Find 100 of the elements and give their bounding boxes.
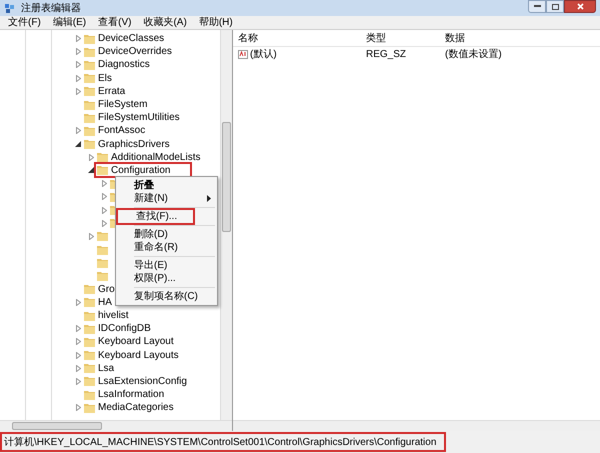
value-type: REG_SZ bbox=[365, 48, 408, 62]
menu-option[interactable]: 权限(P)... bbox=[116, 272, 217, 285]
status-path: 计算机\HKEY_LOCAL_MACHINE\SYSTEM\ControlSet001\Control\GraphicsDrivers\Configuration bbox=[0, 432, 446, 452]
collapsed-arrow-icon[interactable] bbox=[76, 88, 80, 95]
menu-item[interactable]: 帮助(H) bbox=[198, 15, 233, 30]
menu-option[interactable]: 重命名(R) bbox=[116, 241, 217, 254]
tree-item[interactable]: Diagnostics bbox=[98, 57, 150, 72]
folder-icon bbox=[84, 297, 95, 308]
value-name[interactable]: (默认) bbox=[250, 46, 277, 62]
minimize-button[interactable] bbox=[528, 0, 546, 13]
collapsed-arrow-icon[interactable] bbox=[76, 48, 80, 56]
scrollbar-thumb[interactable] bbox=[12, 422, 102, 430]
folder-icon bbox=[84, 86, 95, 96]
tree-item[interactable]: Errata bbox=[98, 84, 126, 99]
column-header[interactable]: 数据 bbox=[440, 30, 540, 46]
folder-icon bbox=[84, 73, 95, 84]
menu-item[interactable]: 收藏夹(A) bbox=[143, 15, 187, 30]
window-title: 注册表编辑器 bbox=[21, 2, 81, 16]
value-data: (数值未设置) bbox=[444, 48, 503, 62]
collapsed-arrow-icon[interactable] bbox=[76, 325, 80, 332]
folder-icon bbox=[84, 402, 95, 413]
collapsed-arrow-icon[interactable] bbox=[102, 180, 106, 188]
tree-item[interactable]: hivelist bbox=[98, 308, 129, 324]
minimize-icon bbox=[534, 5, 540, 8]
tree-item[interactable]: LsaExtensionConfig bbox=[98, 374, 187, 389]
vertical-scrollbar[interactable] bbox=[220, 30, 232, 420]
menu-option[interactable]: 折叠 bbox=[116, 179, 217, 192]
folder-icon bbox=[84, 34, 95, 44]
string-value-icon bbox=[238, 50, 248, 58]
menu-option[interactable]: 查找(F)... bbox=[118, 210, 193, 223]
folder-icon bbox=[84, 336, 95, 347]
tree-item[interactable]: Lsa bbox=[98, 360, 114, 376]
collapsed-arrow-icon[interactable] bbox=[102, 206, 106, 214]
folder-icon bbox=[84, 350, 95, 360]
tree-item[interactable]: DeviceOverrides bbox=[98, 44, 172, 60]
menu-item[interactable]: 查看(V) bbox=[98, 15, 132, 30]
column-header[interactable]: 名称 bbox=[233, 30, 361, 46]
scrollbar-thumb[interactable] bbox=[222, 122, 231, 232]
tree-item[interactable]: Els bbox=[98, 70, 112, 86]
collapsed-arrow-icon[interactable] bbox=[76, 338, 80, 346]
expanded-arrow-icon[interactable] bbox=[88, 167, 94, 174]
tree-item[interactable]: Keyboard Layouts bbox=[98, 348, 179, 363]
collapsed-arrow-icon[interactable] bbox=[76, 127, 80, 134]
menu-option[interactable]: 复制项名称(C) bbox=[116, 290, 217, 303]
folder-icon bbox=[84, 100, 95, 110]
tree-item[interactable]: DeviceClasses bbox=[98, 31, 164, 46]
collapsed-arrow-icon[interactable] bbox=[102, 220, 106, 227]
collapsed-arrow-icon[interactable] bbox=[88, 154, 94, 161]
tree-item[interactable]: FontAssoc bbox=[98, 123, 146, 138]
tree-item[interactable]: HA bbox=[98, 294, 112, 310]
folder-icon bbox=[84, 376, 95, 386]
folder-icon bbox=[84, 363, 95, 374]
folder-icon bbox=[84, 112, 95, 123]
collapsed-arrow-icon[interactable] bbox=[76, 352, 80, 359]
folder-icon bbox=[97, 270, 108, 281]
collapsed-arrow-icon[interactable] bbox=[76, 378, 80, 385]
folder-icon bbox=[84, 284, 95, 294]
tree-item[interactable]: GraphicsDrivers bbox=[98, 136, 170, 152]
collapsed-arrow-icon[interactable] bbox=[76, 298, 80, 306]
close-icon bbox=[576, 3, 584, 10]
expanded-arrow-icon[interactable] bbox=[75, 141, 81, 148]
horizontal-scrollbar[interactable] bbox=[0, 420, 232, 431]
tree-item[interactable]: Keyboard Layout bbox=[98, 334, 174, 350]
menu-option[interactable]: 删除(D) bbox=[116, 228, 217, 241]
folder-icon bbox=[84, 126, 95, 136]
folder-icon bbox=[97, 258, 108, 268]
tree-item[interactable]: AdditionalModeLists bbox=[111, 150, 200, 165]
folder-icon bbox=[84, 60, 95, 70]
close-button[interactable] bbox=[564, 0, 596, 13]
collapsed-arrow-icon[interactable] bbox=[76, 404, 80, 412]
folder-icon bbox=[84, 310, 95, 321]
menu-option[interactable]: 导出(E) bbox=[116, 259, 217, 272]
folder-icon bbox=[97, 152, 108, 162]
tree-item[interactable]: MediaCategories bbox=[98, 400, 174, 416]
collapsed-arrow-icon[interactable] bbox=[76, 35, 80, 42]
horizontal-scrollbar[interactable] bbox=[233, 420, 600, 431]
tree-item[interactable]: Configuration bbox=[111, 162, 170, 178]
collapsed-arrow-icon[interactable] bbox=[76, 74, 80, 82]
folder-icon bbox=[97, 244, 108, 255]
folder-icon bbox=[84, 46, 95, 57]
folder-icon bbox=[84, 324, 95, 334]
tree-item[interactable]: IDConfigDB bbox=[98, 321, 151, 336]
maximize-icon bbox=[552, 4, 558, 10]
menu-option[interactable]: 新建(N) bbox=[116, 192, 217, 205]
folder-icon bbox=[97, 231, 108, 242]
collapsed-arrow-icon[interactable] bbox=[76, 61, 80, 68]
tree-item[interactable]: FileSystemUtilities bbox=[98, 110, 180, 126]
collapsed-arrow-icon[interactable] bbox=[76, 364, 80, 372]
folder-icon bbox=[84, 390, 95, 400]
collapsed-arrow-icon[interactable] bbox=[102, 193, 106, 200]
folder-icon bbox=[84, 139, 95, 150]
tree-item[interactable]: LsaInformation bbox=[98, 387, 164, 402]
column-header[interactable]: 类型 bbox=[361, 30, 440, 46]
collapsed-arrow-icon[interactable] bbox=[88, 232, 94, 240]
registry-editor-icon bbox=[4, 2, 15, 14]
tree-item[interactable]: Gro bbox=[98, 282, 115, 297]
maximize-button[interactable] bbox=[546, 0, 564, 13]
tree-item[interactable]: FileSystem bbox=[98, 97, 148, 112]
menu-item[interactable]: 编辑(E) bbox=[52, 15, 86, 30]
menu-item[interactable]: 文件(F) bbox=[8, 15, 41, 30]
